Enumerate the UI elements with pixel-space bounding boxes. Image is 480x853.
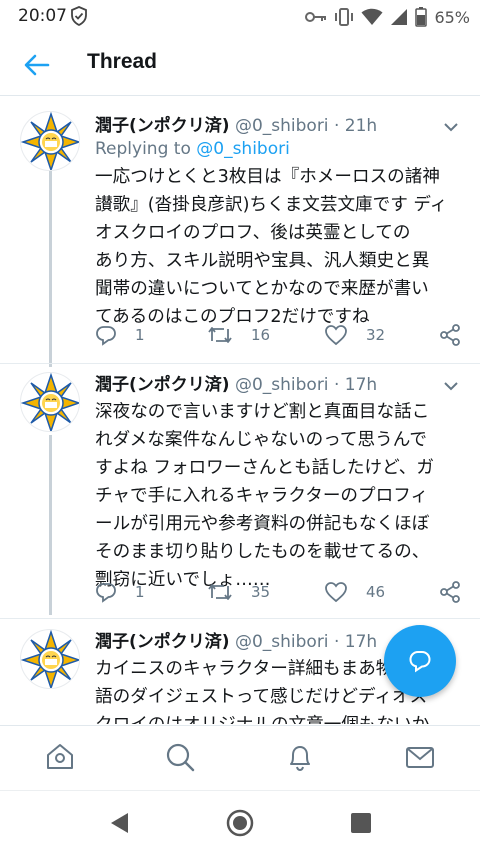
tweet-header: 潤子(ンポクリ済) @0_shibori · 17h <box>95 370 378 395</box>
tweet-text: 深夜なので言いますけど割と真面目な話こ れダメな案件なんじゃないのって思うんで … <box>95 402 434 590</box>
replying-to-handle[interactable]: @0_shibori <box>196 139 290 159</box>
search-icon[interactable] <box>164 741 196 773</box>
share-button[interactable] <box>439 579 461 605</box>
like-button[interactable]: 46 <box>324 579 385 605</box>
vibrate-icon <box>334 7 354 27</box>
like-count: 32 <box>366 326 386 344</box>
retweet-icon <box>207 324 233 346</box>
reply-button[interactable]: 1 <box>95 322 145 348</box>
shield-icon <box>70 6 88 27</box>
back-arrow-icon[interactable] <box>22 52 52 78</box>
home-icon[interactable] <box>44 741 76 773</box>
author-name[interactable]: 潤子(ンポクリ済) <box>95 375 230 395</box>
replying-label: Replying to <box>95 139 191 159</box>
status-time: 20:07 <box>18 6 67 26</box>
tweet-1[interactable]: 潤子(ンポクリ済) @0_shibori · 21h Replying to @… <box>0 97 480 363</box>
like-button[interactable]: 32 <box>324 322 385 348</box>
retweet-button[interactable]: 35 <box>207 579 270 605</box>
reply-icon <box>95 581 117 603</box>
home-circle-icon[interactable] <box>226 809 254 841</box>
author-handle[interactable]: @0_shibori <box>235 375 329 395</box>
avatar[interactable] <box>20 629 80 689</box>
author-name[interactable]: 潤子(ンポクリ済) <box>95 632 230 652</box>
system-nav-bar <box>0 790 480 853</box>
battery-icon <box>415 7 428 27</box>
share-button[interactable] <box>439 322 461 348</box>
retweet-icon <box>207 581 233 603</box>
avatar[interactable] <box>20 372 80 432</box>
author-handle[interactable]: @0_shibori <box>235 116 329 136</box>
page-title: Thread <box>87 50 158 73</box>
chevron-down-icon[interactable] <box>444 117 458 132</box>
tweet-header: 潤子(ンポクリ済) @0_shibori · 17h <box>95 627 378 652</box>
heart-icon <box>324 581 348 603</box>
share-icon <box>439 581 461 603</box>
tweet-time: 17h <box>344 375 378 395</box>
replying-to: Replying to @0_shibori <box>95 139 290 159</box>
signal-icon <box>390 8 408 26</box>
tweet-2[interactable]: 潤子(ンポクリ済) @0_shibori · 17h 深夜なので言いますけど割と… <box>0 364 480 622</box>
tweet-text: 一応つけとくと3枚目は『ホメーロスの諸神 讃歌』(沓掛良彦訳)ちくま文芸文庫です… <box>95 167 448 327</box>
status-icons: 65% <box>305 6 470 28</box>
notifications-icon[interactable] <box>284 741 316 773</box>
wifi-icon <box>361 8 383 26</box>
heart-icon <box>324 324 348 346</box>
separator-dot: · <box>333 375 340 395</box>
author-name[interactable]: 潤子(ンポクリ済) <box>95 116 230 136</box>
tweet-actions: 1 35 46 <box>95 579 465 605</box>
messages-icon[interactable] <box>404 741 436 773</box>
tweet-header: 潤子(ンポクリ済) @0_shibori · 21h <box>95 111 378 136</box>
retweet-button[interactable]: 16 <box>207 322 270 348</box>
avatar[interactable] <box>20 111 80 171</box>
tweet-time: 17h <box>344 632 378 652</box>
share-icon <box>439 324 461 346</box>
tweet-time: 21h <box>344 116 378 136</box>
recents-square-icon[interactable] <box>350 812 372 838</box>
key-icon <box>305 10 327 24</box>
app-header: Thread <box>0 34 480 96</box>
status-bar: 20:07 65% <box>0 0 480 34</box>
reply-button[interactable]: 1 <box>95 579 145 605</box>
battery-percent: 65% <box>434 7 470 27</box>
retweet-count: 16 <box>251 326 271 344</box>
tweet-actions: 1 16 32 <box>95 322 465 348</box>
reply-count: 1 <box>135 583 145 601</box>
reply-count: 1 <box>135 326 145 344</box>
author-handle[interactable]: @0_shibori <box>235 632 329 652</box>
back-triangle-icon[interactable] <box>108 811 130 839</box>
retweet-count: 35 <box>251 583 271 601</box>
separator-dot: · <box>333 116 340 136</box>
separator-dot: · <box>333 632 340 652</box>
bottom-nav <box>0 725 480 787</box>
like-count: 46 <box>366 583 386 601</box>
chevron-down-icon[interactable] <box>444 376 458 391</box>
reply-icon <box>95 324 117 346</box>
compose-reply-button[interactable] <box>384 625 456 697</box>
